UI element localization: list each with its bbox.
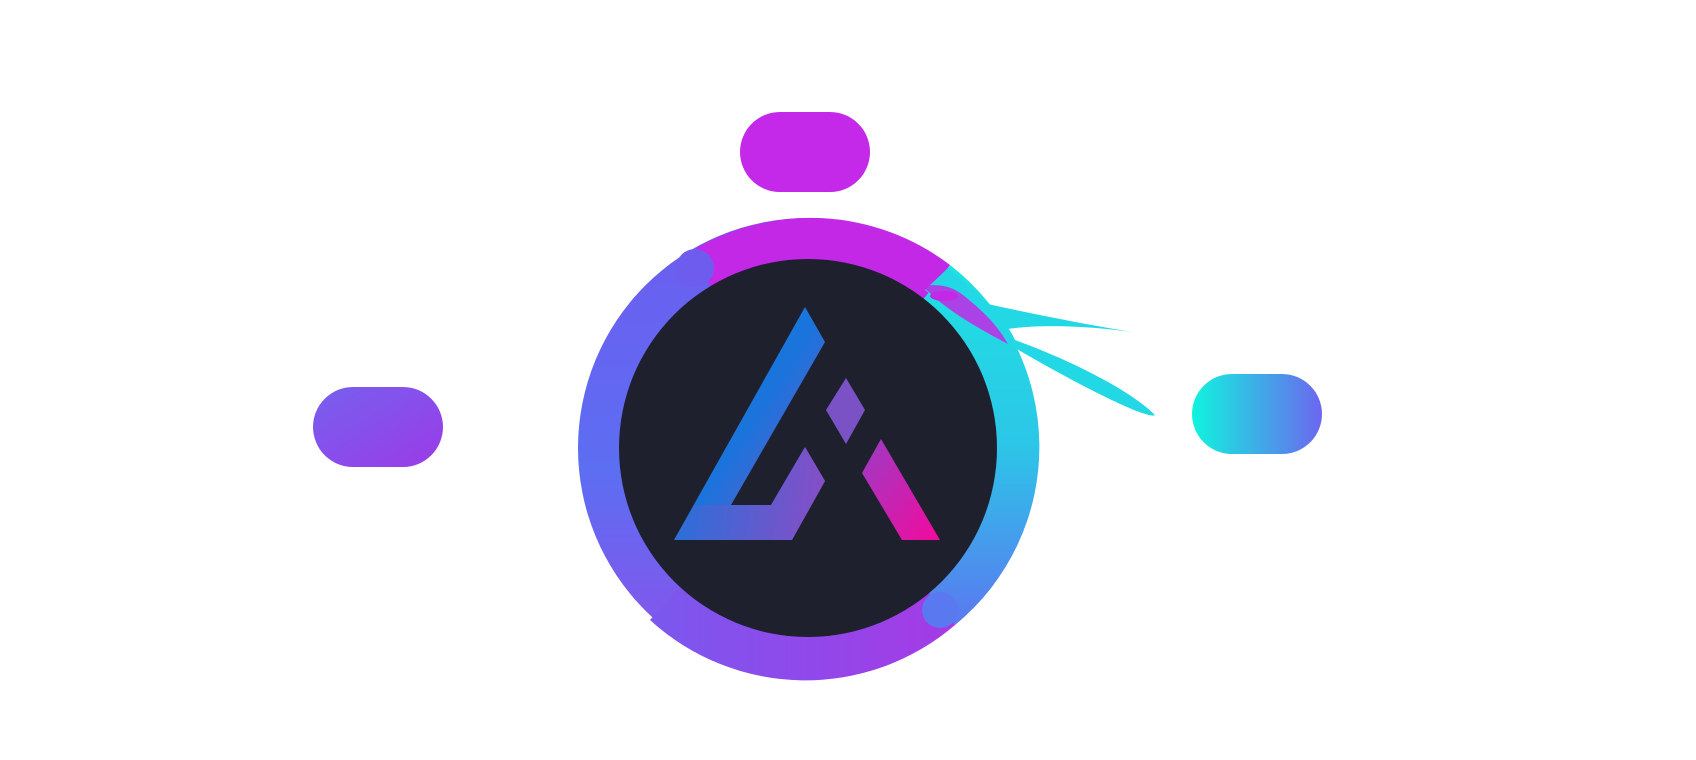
- logo-canvas: [0, 0, 1696, 760]
- right-pill-shape: [1192, 374, 1322, 454]
- logo-emblem: [313, 112, 1322, 681]
- left-pill-shape: [313, 387, 443, 467]
- top-pill-shape: [740, 112, 870, 192]
